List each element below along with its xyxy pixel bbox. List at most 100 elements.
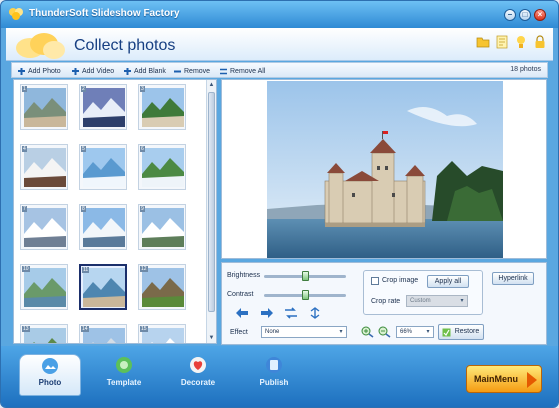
zoom-out-icon[interactable] (377, 326, 391, 338)
chevron-down-icon: ▾ (339, 329, 343, 335)
flip-vertical-icon[interactable] (308, 307, 322, 319)
app-window: ThunderSoft Slideshow Factory – □ × Coll… (0, 0, 559, 408)
thumbnail-image (83, 148, 125, 187)
thumbnail-number: 9 (140, 206, 145, 212)
photo-icon (42, 358, 58, 374)
nav-publish[interactable]: Publish (244, 356, 304, 396)
thumbnail-number: 15 (140, 326, 148, 332)
toolbar: Add Photo Add Video Add Blank Remove Rem… (11, 62, 548, 78)
photo-preview-panel (221, 79, 547, 259)
thumbnail-number: 6 (140, 146, 145, 152)
thumbnail-image (142, 88, 184, 127)
thumbnail-item[interactable]: 4 (20, 144, 68, 190)
thumbnail-image (142, 208, 184, 247)
thumbnail-item[interactable]: 9 (138, 204, 186, 250)
crop-image-checkbox[interactable] (371, 277, 379, 285)
thumbnail-image (24, 88, 66, 127)
thumbnail-number: 7 (22, 206, 27, 212)
thumbnail-item[interactable]: 5 (79, 144, 127, 190)
contrast-slider-knob[interactable] (302, 290, 309, 300)
thumbnail-item[interactable]: 10 (20, 264, 68, 310)
thumbnail-image (142, 268, 184, 307)
note-icon[interactable] (495, 35, 509, 49)
thumbnail-item[interactable]: 1 (20, 84, 68, 130)
thumbnail-image (142, 328, 184, 343)
thumbnail-item[interactable]: 13 (20, 324, 68, 343)
zoom-select[interactable]: 66% ▾ (396, 326, 434, 338)
rotate-left-icon[interactable] (235, 307, 249, 319)
zoom-in-icon[interactable] (360, 326, 374, 338)
title-bar: ThunderSoft Slideshow Factory – □ × (1, 1, 558, 28)
thumbnail-number: 8 (81, 206, 86, 212)
preview-image (267, 81, 503, 258)
maximize-button[interactable]: □ (519, 9, 531, 21)
thumbnail-item[interactable]: 14 (79, 324, 127, 343)
thumbnail-image (24, 328, 66, 343)
remove-button[interactable]: Remove (173, 65, 210, 77)
contrast-slider[interactable] (264, 290, 346, 300)
thumbnail-item[interactable]: 12 (138, 264, 186, 310)
hyperlink-button[interactable]: Hyperlink (492, 272, 534, 285)
remove-all-button[interactable]: Remove All (219, 65, 265, 77)
template-icon (116, 357, 132, 373)
thumbnail-panel: 1 2 3 4 5 6 7 8 9 10 11 12 13 14 15 ▲ ▼ (13, 79, 217, 344)
page-header: Collect photos (6, 28, 553, 61)
crop-rate-label: Crop rate (371, 298, 401, 305)
thumbnail-item[interactable]: 6 (138, 144, 186, 190)
nav-decorate[interactable]: Decorate (168, 356, 228, 396)
thumbnail-item[interactable]: 15 (138, 324, 186, 343)
thumbnail-image (142, 148, 184, 187)
restore-button[interactable]: Restore (438, 324, 484, 340)
thumbnail-image (24, 268, 66, 307)
folder-icon[interactable] (476, 35, 490, 49)
crop-group: Crop image Apply all Crop rate Custom ▾ (363, 270, 483, 315)
brightness-label: Brightness (227, 272, 261, 279)
brightness-slider[interactable] (264, 271, 346, 281)
nav-photo[interactable]: Photo (19, 354, 81, 396)
thumbnail-item[interactable]: 7 (20, 204, 68, 250)
add-photo-button[interactable]: Add Photo (17, 65, 61, 77)
thumbnail-item[interactable]: 2 (79, 84, 127, 130)
thumbnail-number: 14 (81, 326, 89, 332)
photo-count: 18 photos (510, 66, 541, 73)
thumbnail-image (83, 88, 125, 127)
help-icon[interactable] (514, 35, 528, 49)
app-logo-icon (9, 8, 23, 20)
lock-icon[interactable] (533, 35, 547, 49)
main-menu-button[interactable]: MainMenu (466, 365, 542, 393)
thumbnail-number: 12 (140, 266, 148, 272)
crop-rate-select[interactable]: Custom ▾ (406, 295, 468, 307)
thumbnail-item[interactable]: 3 (138, 84, 186, 130)
photos-stack-icon (16, 33, 65, 59)
scroll-down-arrow[interactable]: ▼ (208, 334, 215, 342)
thumbnail-number: 1 (22, 86, 27, 92)
crop-image-label: Crop image (382, 277, 419, 284)
thumbnail-scrollbar[interactable]: ▲ ▼ (206, 80, 216, 343)
brightness-slider-knob[interactable] (302, 271, 309, 281)
thumbnail-number: 5 (81, 146, 86, 152)
thumbnail-number: 2 (81, 86, 86, 92)
add-photo-icon (18, 67, 25, 75)
remove-all-icon (220, 68, 227, 74)
scroll-thumb[interactable] (208, 92, 215, 312)
effect-select[interactable]: None ▾ (261, 326, 347, 338)
thumbnail-image (83, 208, 125, 247)
close-button[interactable]: × (534, 9, 546, 21)
thumbnail-number: 10 (22, 266, 30, 272)
thumbnail-image (24, 208, 66, 247)
thumbnail-item[interactable]: 8 (79, 204, 127, 250)
apply-all-button[interactable]: Apply all (427, 275, 469, 288)
restore-icon (442, 328, 451, 337)
scroll-up-arrow[interactable]: ▲ (208, 81, 215, 89)
flip-horizontal-icon[interactable] (284, 307, 298, 319)
adjust-panel: Brightness Contrast Effect None ▾ Crop i… (221, 262, 547, 345)
add-blank-button[interactable]: Add Blank (123, 65, 166, 77)
thumbnail-image (83, 328, 125, 343)
thumbnail-item[interactable]: 11 (79, 264, 127, 310)
chevron-down-icon: ▾ (426, 329, 430, 335)
add-video-button[interactable]: Add Video (71, 65, 114, 77)
rotate-right-icon[interactable] (260, 307, 274, 319)
nav-template[interactable]: Template (94, 356, 154, 396)
minimize-button[interactable]: – (504, 9, 516, 21)
thumbnail-image (24, 148, 66, 187)
